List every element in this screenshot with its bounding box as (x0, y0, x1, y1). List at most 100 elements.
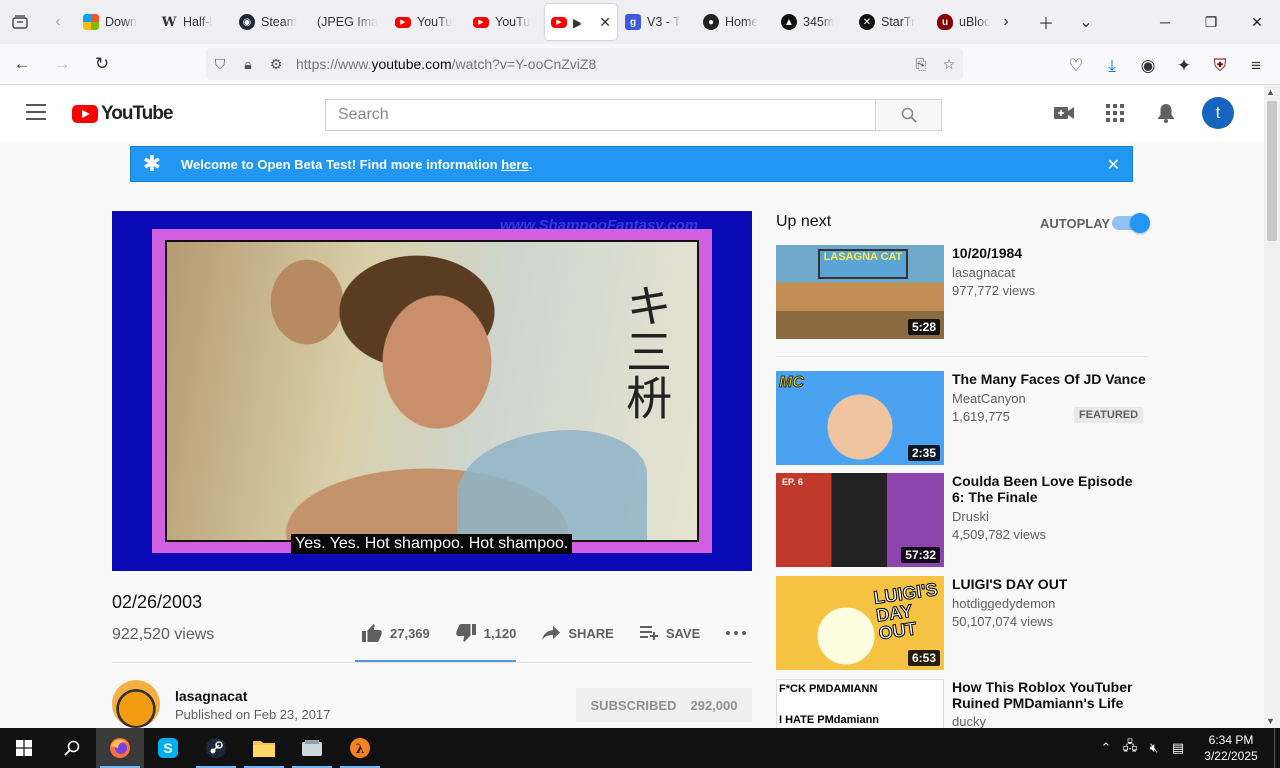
up-next-heading: Up next (776, 213, 832, 230)
browser-tab[interactable]: (JPEG Ima (311, 4, 387, 40)
network-icon[interactable]: 🖧︎ (1118, 737, 1142, 759)
video-thumbnail[interactable]: LASAGNA CAT 5:28 (776, 245, 944, 339)
video-actions: 27,369 1,120 SHARE SAVE (362, 624, 772, 642)
header-actions: t (1044, 97, 1234, 129)
search-button[interactable] (875, 99, 942, 131)
recommended-title[interactable]: Coulda Been Love Episode 6: The Finale (952, 473, 1148, 505)
file-explorer-taskbar-icon[interactable] (240, 728, 288, 768)
user-avatar[interactable]: t (1202, 97, 1234, 129)
back-icon[interactable]: ← (4, 46, 40, 82)
pocket-icon[interactable]: ♡ (1058, 48, 1094, 84)
video-thumbnail[interactable]: EP. 6 57:32 (776, 473, 944, 567)
create-video-button[interactable] (1044, 97, 1084, 129)
like-button[interactable]: 27,369 (362, 624, 430, 642)
extensions-icon[interactable]: ✦ (1166, 48, 1202, 84)
bookmark-star-icon[interactable]: ☆ (935, 56, 963, 73)
recommended-video[interactable]: EP. 6 57:32 Coulda Been Love Episode 6: … (776, 473, 1148, 569)
channel-avatar[interactable] (112, 680, 160, 728)
permissions-icon[interactable]: ⚙ (262, 56, 290, 73)
hamburger-menu-icon[interactable] (26, 104, 46, 120)
steam-taskbar-icon[interactable] (192, 728, 240, 768)
browser-tab[interactable]: g V3 - T (619, 4, 695, 40)
video-player[interactable]: www.ShampooFantasy.com キ三枡 Yes. Yes. Hot… (112, 211, 752, 571)
browser-tab-active[interactable]: ▶ ▶ ✕ (545, 4, 617, 40)
recommended-video[interactable]: LASAGNA CAT 5:28 10/20/1984 lasagnacat 9… (776, 245, 1148, 341)
page-scrollbar[interactable]: ▲ ▼ (1264, 85, 1280, 728)
thumbs-up-icon (362, 624, 382, 642)
video-thumbnail[interactable]: F*CK PMDAMIANN I HATE PMdamiann (776, 679, 944, 728)
recommended-video[interactable]: F*CK PMDAMIANN I HATE PMdamiann How This… (776, 679, 1148, 728)
recommended-title[interactable]: How This Roblox YouTuber Ruined PMDamian… (952, 679, 1148, 711)
menu-icon[interactable]: ≡ (1238, 48, 1274, 84)
add-to-playlist-icon (639, 626, 658, 640)
show-desktop-button[interactable] (1274, 728, 1280, 768)
translate-icon[interactable]: ⎘ (907, 56, 935, 73)
more-actions-button[interactable] (726, 631, 747, 635)
browser-tab[interactable]: ◉ Steam (233, 4, 309, 40)
browser-tab[interactable]: ▶ YouTu (389, 4, 465, 40)
dislike-button[interactable]: 1,120 (456, 624, 516, 642)
thumbs-down-icon (456, 624, 476, 642)
notifications-button[interactable] (1146, 97, 1186, 129)
ublock-toolbar-icon[interactable]: ⛨ (1202, 48, 1238, 84)
search-input[interactable] (338, 106, 875, 124)
half-life-taskbar-icon[interactable]: λ (336, 728, 384, 768)
recommended-title[interactable]: 10/20/1984 (952, 245, 1148, 261)
firefox-taskbar-icon[interactable] (96, 728, 144, 768)
share-button[interactable]: SHARE (542, 626, 614, 641)
skype-taskbar-icon[interactable]: S (144, 728, 192, 768)
video-thumbnail[interactable]: LUIGI'S DAY OUT 6:53 (776, 576, 944, 670)
url-bar[interactable]: ⛉ 🔒︎ ⚙ https://www.youtube.com/watch?v=Y… (206, 48, 963, 80)
notification-icon[interactable]: ▤ (1166, 740, 1190, 756)
shield-icon[interactable]: ⛉ (206, 56, 234, 73)
url-text[interactable]: https://www.youtube.com/watch?v=Y-ooCnZv… (296, 56, 596, 72)
search-box[interactable] (325, 99, 876, 131)
duration-badge: 57:32 (901, 547, 940, 563)
browser-tab[interactable]: ▲ 345m (775, 4, 851, 40)
lock-icon[interactable]: 🔒︎ (234, 56, 262, 73)
minimize-icon[interactable]: ─ (1142, 0, 1188, 44)
browser-tab[interactable]: ✕ StarTr (853, 4, 929, 40)
browser-tab[interactable]: ▶ YouTu (467, 4, 543, 40)
start-button[interactable] (0, 728, 48, 768)
close-banner-icon[interactable]: ✕ (1107, 155, 1120, 175)
account-icon[interactable]: ◉ (1130, 48, 1166, 84)
scrollbar-thumb[interactable] (1267, 101, 1277, 241)
dark-circle-icon: ▲ (781, 14, 797, 30)
subscribed-button[interactable]: SUBSCRIBED 292,000 (576, 688, 752, 722)
browser-tab[interactable]: W Half-l (155, 4, 231, 40)
dark-circle-icon: ✕ (859, 14, 875, 30)
video-thumbnail[interactable]: MC 2:35 (776, 371, 944, 465)
close-tab-icon[interactable]: ✕ (599, 14, 611, 31)
recommended-title[interactable]: The Many Faces Of JD Vance (952, 371, 1148, 387)
forward-icon[interactable]: → (44, 46, 80, 82)
channel-name[interactable]: lasagnacat (175, 688, 247, 704)
reload-icon[interactable]: ↻ (84, 46, 120, 82)
youtube-logo[interactable]: YouTube (72, 103, 173, 125)
apps-button[interactable] (1095, 97, 1135, 129)
new-tab-icon[interactable]: ＋ (1026, 0, 1066, 44)
scroll-down-icon[interactable]: ▼ (1266, 716, 1275, 726)
banner-link[interactable]: here (501, 157, 528, 172)
browser-tab[interactable]: Down (77, 4, 153, 40)
youtube-icon: ▶ (473, 16, 489, 28)
save-button[interactable]: SAVE (639, 626, 700, 641)
tray-expand-icon[interactable]: ⌃ (1094, 740, 1118, 756)
scroll-up-icon[interactable]: ▲ (1266, 87, 1275, 97)
autoplay-toggle[interactable] (1112, 213, 1150, 233)
restore-icon[interactable]: ❐ (1188, 0, 1234, 44)
recommended-title[interactable]: LUIGI'S DAY OUT (952, 576, 1148, 592)
volume-muted-icon[interactable]: 🔇︎ (1142, 740, 1166, 756)
tab-scroll-left-icon[interactable]: ‹ (40, 0, 76, 44)
recommended-video[interactable]: MC 2:35 The Many Faces Of JD Vance MeatC… (776, 371, 1148, 467)
system-clock[interactable]: 6:34 PM 3/22/2025 (1196, 732, 1266, 764)
list-tabs-icon[interactable]: ⌄ (1066, 0, 1106, 44)
tab-scroll-right-icon[interactable]: › (986, 0, 1026, 44)
browser-tab[interactable]: ● Home (697, 4, 773, 40)
app-taskbar-icon[interactable] (288, 728, 336, 768)
taskbar-search-icon[interactable] (48, 728, 96, 768)
tab-overview-icon[interactable] (0, 0, 40, 44)
recommended-video[interactable]: LUIGI'S DAY OUT 6:53 LUIGI'S DAY OUT hot… (776, 576, 1148, 672)
close-window-icon[interactable]: ✕ (1234, 0, 1280, 44)
download-icon[interactable]: ⤓ (1094, 48, 1130, 84)
